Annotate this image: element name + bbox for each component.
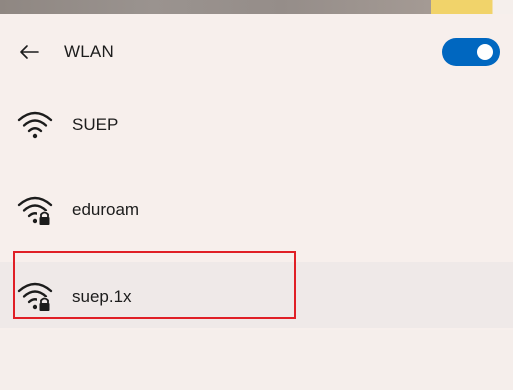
wlan-header: WLAN	[0, 32, 513, 72]
wlan-toggle[interactable]	[442, 38, 500, 66]
network-item-eduroam[interactable]: eduroam	[0, 180, 513, 240]
wifi-locked-icon	[17, 196, 53, 226]
network-name: suep.1x	[72, 287, 132, 306]
wifi-icon	[17, 111, 53, 139]
empty-list-row	[0, 330, 513, 390]
back-button[interactable]	[14, 38, 44, 66]
page-title: WLAN	[64, 42, 114, 61]
network-name: eduroam	[72, 200, 140, 219]
wifi-locked-icon	[17, 282, 53, 312]
arrow-left-icon	[20, 45, 39, 59]
toggle-knob	[477, 44, 493, 60]
top-image-strip	[0, 0, 513, 14]
network-name: SUEP	[72, 115, 119, 134]
network-item-suep-1x[interactable]: suep.1x	[0, 262, 513, 328]
network-item-suep[interactable]: SUEP	[0, 95, 513, 155]
